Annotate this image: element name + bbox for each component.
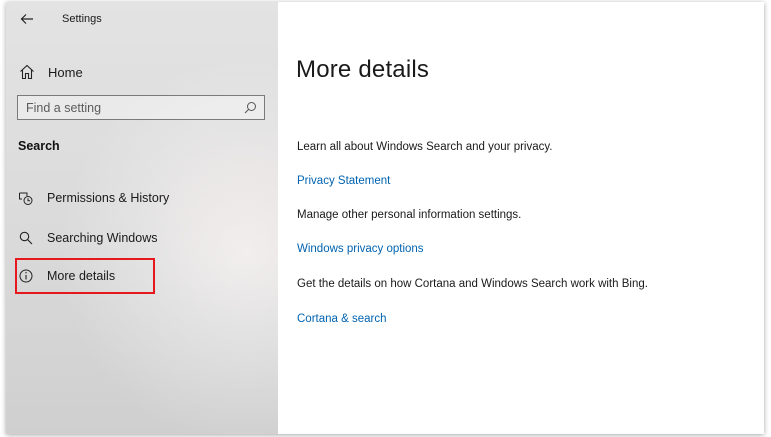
cortana-bing-description: Get the details on how Cortana and Windo… — [297, 278, 648, 290]
search-icon[interactable] — [244, 101, 257, 114]
cortana-search-link[interactable]: Cortana & search — [297, 313, 387, 325]
personal-info-description: Manage other personal information settin… — [297, 209, 522, 221]
search-icon — [18, 230, 34, 246]
permissions-history-icon — [18, 190, 34, 206]
sidebar-item-permissions-history[interactable]: Permissions & History — [18, 187, 258, 209]
settings-window: Settings Home Search — [6, 2, 764, 434]
find-setting-search-box[interactable] — [17, 95, 265, 120]
home-icon — [18, 63, 36, 81]
sidebar: Settings Home Search — [6, 2, 278, 434]
windows-privacy-options-link[interactable]: Windows privacy options — [297, 243, 424, 255]
back-arrow-icon[interactable] — [19, 11, 35, 27]
title-bar: Settings — [6, 2, 278, 40]
sidebar-item-label: Permissions & History — [47, 191, 170, 205]
selection-highlight-box — [15, 258, 155, 294]
home-label: Home — [48, 64, 83, 80]
home-nav-item[interactable]: Home — [18, 60, 258, 84]
main-content: More details Learn all about Windows Sea… — [278, 2, 764, 434]
page-title: More details — [296, 56, 430, 83]
sidebar-item-searching-windows[interactable]: Searching Windows — [18, 227, 258, 249]
window-title: Settings — [62, 13, 102, 25]
find-setting-input[interactable] — [18, 96, 241, 119]
section-header-search: Search — [18, 139, 60, 153]
privacy-statement-link[interactable]: Privacy Statement — [297, 175, 390, 187]
sidebar-item-label: Searching Windows — [47, 231, 158, 245]
privacy-description: Learn all about Windows Search and your … — [297, 141, 553, 153]
